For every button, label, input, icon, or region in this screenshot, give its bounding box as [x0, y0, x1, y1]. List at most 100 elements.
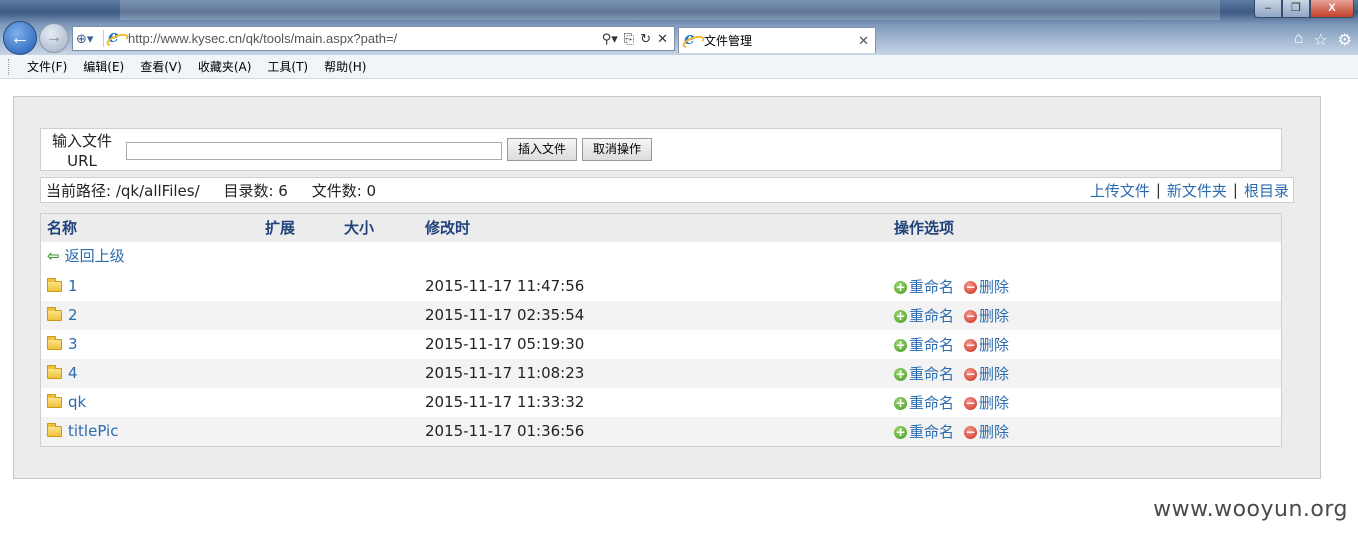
menu-bar: 文件(F) 编辑(E) 查看(V) 收藏夹(A) 工具(T) 帮助(H) [0, 55, 1358, 79]
rename-link[interactable]: 重命名 [909, 273, 954, 302]
close-tab-icon[interactable]: ✕ [858, 33, 869, 49]
ops-cell: + 重命名 − 删除 [894, 359, 1019, 389]
delete-action[interactable]: − 删除 [964, 389, 1009, 418]
rename-link[interactable]: 重命名 [909, 302, 954, 331]
delete-action[interactable]: − 删除 [964, 302, 1009, 331]
folder-link[interactable]: 1 [68, 277, 78, 295]
minimize-button[interactable]: – [1254, 0, 1282, 18]
ops-cell: + 重命名 − 删除 [894, 272, 1019, 302]
delete-action[interactable]: − 删除 [964, 360, 1009, 389]
delete-link[interactable]: 删除 [979, 273, 1009, 302]
rename-link[interactable]: 重命名 [909, 331, 954, 360]
plus-circle-icon: + [894, 367, 907, 381]
address-url[interactable]: http://www.kysec.cn/qk/tools/main.aspx?p… [128, 31, 602, 46]
menu-tools[interactable]: 工具(T) [259, 58, 316, 75]
folder-link[interactable]: 3 [68, 335, 78, 353]
rename-action[interactable]: + 重命名 [894, 360, 954, 389]
delete-action[interactable]: − 删除 [964, 273, 1009, 302]
modified-cell: 2015-11-17 02:35:54 [425, 306, 585, 324]
menu-grip [8, 58, 11, 75]
plus-circle-icon: + [894, 280, 907, 294]
minus-circle-icon: − [964, 396, 978, 410]
folder-link[interactable]: qk [68, 393, 86, 411]
rename-action[interactable]: + 重命名 [894, 302, 954, 331]
file-manager-panel: 输入文件URL 插入文件 取消操作 当前路径: /qk/allFiles/ 目录… [13, 96, 1321, 479]
menu-favorites[interactable]: 收藏夹(A) [190, 58, 260, 75]
rename-action[interactable]: + 重命名 [894, 418, 954, 447]
root-dir-link[interactable]: 根目录 [1244, 180, 1289, 201]
minus-circle-icon: − [964, 367, 978, 381]
folder-icon [47, 394, 62, 408]
separator: | [1232, 181, 1238, 199]
menu-edit[interactable]: 编辑(E) [75, 58, 132, 75]
star-icon[interactable]: ☆ [1313, 30, 1327, 50]
header-ext[interactable]: 扩展 [265, 214, 295, 242]
search-icon[interactable]: ⚲▾ [602, 31, 618, 47]
menu-file[interactable]: 文件(F) [19, 58, 75, 75]
address-bar[interactable]: ⊕▾ http://www.kysec.cn/qk/tools/main.asp… [72, 26, 675, 51]
ie-tab-icon [684, 29, 700, 49]
minus-circle-icon: − [964, 280, 978, 294]
rename-action[interactable]: + 重命名 [894, 331, 954, 360]
modified-cell: 2015-11-17 01:36:56 [425, 422, 585, 440]
new-folder-link[interactable]: 新文件夹 [1167, 180, 1227, 201]
modified-cell: 2015-11-17 11:08:23 [425, 364, 585, 382]
upload-file-link[interactable]: 上传文件 [1090, 180, 1150, 201]
folder-icon [47, 365, 62, 379]
delete-link[interactable]: 删除 [979, 389, 1009, 418]
forward-arrow-icon[interactable]: → [39, 23, 69, 53]
path-bar: 当前路径: /qk/allFiles/ 目录数: 6 文件数: 0 上传文件 |… [40, 177, 1294, 203]
home-icon[interactable]: ⌂ [1294, 30, 1304, 50]
delete-link[interactable]: 删除 [979, 331, 1009, 360]
tab-title: 文件管理 [704, 34, 753, 48]
maximize-button[interactable]: ❐ [1282, 0, 1310, 18]
header-modified[interactable]: 修改时 [425, 214, 470, 242]
table-row: 4 2015-11-17 11:08:23 + 重命名 − 删除 [41, 359, 1281, 388]
compat-icon[interactable]: ⎘ [624, 31, 634, 47]
folder-icon [47, 423, 62, 437]
rename-link[interactable]: 重命名 [909, 418, 954, 447]
name-cell: qk [47, 388, 86, 417]
rename-link[interactable]: 重命名 [909, 360, 954, 389]
close-button[interactable]: X [1310, 0, 1354, 18]
path-info: 当前路径: /qk/allFiles/ 目录数: 6 文件数: 0 [46, 180, 376, 201]
stop-icon[interactable]: ✕ [657, 31, 668, 47]
delete-link[interactable]: 删除 [979, 302, 1009, 331]
file-url-input[interactable] [126, 142, 502, 160]
header-name[interactable]: 名称 [47, 214, 77, 242]
table-row: 2 2015-11-17 02:35:54 + 重命名 − 删除 [41, 301, 1281, 330]
rename-action[interactable]: + 重命名 [894, 273, 954, 302]
url-label: 输入文件URL [51, 132, 112, 170]
menu-help[interactable]: 帮助(H) [316, 58, 374, 75]
delete-action[interactable]: − 删除 [964, 331, 1009, 360]
compat-view-icon[interactable]: ⊕▾ [76, 30, 104, 47]
delete-action[interactable]: − 删除 [964, 418, 1009, 447]
plus-circle-icon: + [894, 396, 907, 410]
delete-link[interactable]: 删除 [979, 418, 1009, 447]
tab-file-manager[interactable]: 文件管理 ✕ [678, 27, 876, 53]
folder-link[interactable]: 4 [68, 364, 78, 382]
back-arrow-icon[interactable]: ← [3, 21, 37, 55]
page-content: 输入文件URL 插入文件 取消操作 当前路径: /qk/allFiles/ 目录… [0, 80, 1358, 536]
rename-action[interactable]: + 重命名 [894, 389, 954, 418]
menu-view[interactable]: 查看(V) [132, 58, 190, 75]
ie-page-icon [108, 27, 124, 47]
parent-dir-link[interactable]: 返回上级 [65, 247, 125, 265]
table-row: 1 2015-11-17 11:47:56 + 重命名 − 删除 [41, 272, 1281, 301]
header-size[interactable]: 大小 [344, 214, 374, 242]
rename-link[interactable]: 重命名 [909, 389, 954, 418]
cancel-button[interactable]: 取消操作 [582, 138, 652, 161]
folder-link[interactable]: 2 [68, 306, 78, 324]
insert-file-button[interactable]: 插入文件 [507, 138, 577, 161]
refresh-icon[interactable]: ↻ [640, 31, 651, 47]
ops-cell: + 重命名 − 删除 [894, 417, 1019, 447]
modified-cell: 2015-11-17 11:47:56 [425, 277, 585, 295]
table-row: 3 2015-11-17 05:19:30 + 重命名 − 删除 [41, 330, 1281, 359]
browser-toolbar-icons: ⌂ ☆ ⚙ [1294, 30, 1352, 50]
gear-icon[interactable]: ⚙ [1338, 30, 1352, 50]
delete-link[interactable]: 删除 [979, 360, 1009, 389]
upload-box: 输入文件URL 插入文件 取消操作 [40, 128, 1282, 171]
file-count: 文件数: 0 [311, 181, 377, 200]
folder-link[interactable]: titlePic [68, 422, 118, 440]
header-ops: 操作选项 [894, 219, 955, 237]
